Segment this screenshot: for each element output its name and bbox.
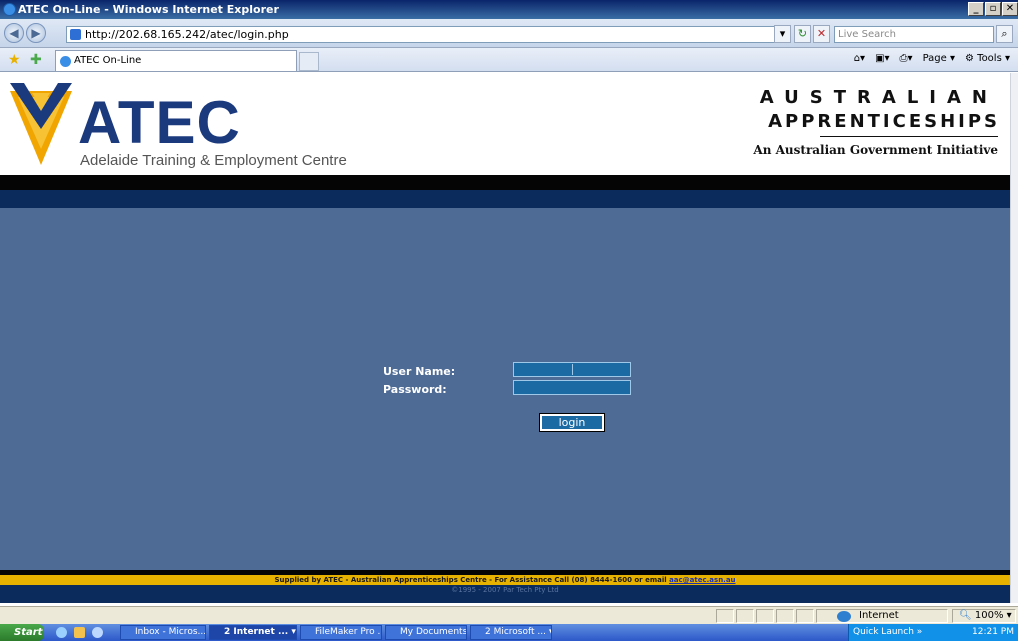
header-band: [0, 190, 1010, 208]
close-button[interactable]: ✕: [1002, 2, 1018, 16]
username-label: User Name:: [383, 365, 456, 378]
status-segment: [776, 609, 794, 623]
status-segment: [716, 609, 734, 623]
taskbar-item-label: 2 Internet ...: [224, 627, 289, 637]
site-header: ATEC Adelaide Training & Employment Cent…: [0, 73, 1010, 175]
window-title: ATEC On-Line - Windows Internet Explorer: [18, 3, 279, 16]
start-button[interactable]: Start: [0, 624, 44, 641]
forward-button[interactable]: ▶: [26, 23, 46, 43]
stop-button[interactable]: ✕: [813, 25, 830, 43]
page-menu[interactable]: Page ▾: [923, 53, 955, 64]
clock[interactable]: 12:21 PM: [972, 624, 1014, 641]
web-page: ATEC Adelaide Training & Employment Cent…: [0, 73, 1010, 603]
add-favorite-icon[interactable]: ✚: [30, 52, 42, 68]
quick-launch-label[interactable]: Quick Launch: [853, 627, 914, 637]
zone-label: Internet: [859, 610, 899, 621]
address-bar-row: ◀ ▶ http://202.68.165.242/atec/login.php…: [0, 19, 1018, 48]
print-icon[interactable]: ⎙▾: [900, 53, 913, 64]
status-bar: Internet 🔍︎ 100% ▾: [0, 606, 1018, 624]
status-segment: [796, 609, 814, 623]
footer-email-link[interactable]: aac@atec.asn.au: [669, 576, 735, 584]
username-input[interactable]: [513, 362, 631, 377]
login-button[interactable]: login: [539, 413, 605, 432]
footer-bar: Supplied by ATEC - Australian Apprentice…: [0, 575, 1010, 585]
footer-text: Supplied by ATEC - Australian Apprentice…: [274, 576, 670, 584]
tab-bar: ★ ✚ ATEC On-Line ⌂▾ ▣▾ ⎙▾ Page ▾ ⚙ Tools…: [0, 48, 1018, 72]
search-icon[interactable]: ⌕: [996, 25, 1013, 43]
copyright-text: ©1995 - 2007 Par Tech Pty Ltd: [0, 585, 1010, 603]
search-placeholder: Live Search: [838, 29, 896, 40]
quicklaunch-outlook-icon[interactable]: [74, 627, 85, 638]
aa-logo-rule: [820, 136, 998, 137]
zoom-level: 100%: [974, 610, 1004, 621]
feeds-icon[interactable]: ▣▾: [875, 53, 889, 64]
quicklaunch-ie-icon[interactable]: [56, 627, 67, 638]
quicklaunch-ie2-icon[interactable]: [92, 627, 103, 638]
new-tab-button[interactable]: [299, 52, 319, 71]
window-title-bar: ATEC On-Line - Windows Internet Explorer…: [0, 0, 1018, 19]
refresh-button[interactable]: ↻: [794, 25, 811, 43]
login-panel: User Name: Password: login: [0, 208, 1010, 570]
address-dropdown-button[interactable]: ▾: [774, 25, 791, 43]
taskbar-item-word[interactable]: 2 Microsoft ... ▾: [470, 625, 552, 640]
taskbar-item-internet[interactable]: 2 Internet ... ▾: [209, 625, 297, 640]
system-tray: Quick Launch » 12:21 PM: [848, 624, 1018, 641]
taskbar-item-documents[interactable]: My Documents: [385, 625, 467, 640]
globe-icon: [837, 611, 851, 622]
command-bar: ⌂▾ ▣▾ ⎙▾ Page ▾ ⚙ Tools ▾: [854, 53, 1010, 64]
taskbar-item-label: FileMaker Pro ...: [315, 627, 382, 637]
favorites-star-icon[interactable]: ★: [8, 52, 21, 68]
search-input[interactable]: Live Search: [834, 26, 994, 43]
header-divider: [0, 175, 1010, 190]
tab-ie-icon: [60, 56, 71, 67]
atec-logo-text: ATEC: [78, 89, 241, 156]
page-menu-label: Page: [922, 53, 947, 64]
tab-atec-online[interactable]: ATEC On-Line: [55, 50, 297, 71]
text-cursor: [572, 364, 573, 375]
aa-logo-line1: AUSTRALIAN: [759, 87, 998, 108]
taskbar-item-filemaker[interactable]: FileMaker Pro ...: [300, 625, 382, 640]
restore-button[interactable]: ▫: [985, 2, 1001, 16]
taskbar-item-label: My Documents: [400, 627, 467, 637]
minimize-button[interactable]: _: [968, 2, 984, 16]
back-button[interactable]: ◀: [4, 23, 24, 43]
taskbar-item-label: Inbox - Micros...: [135, 627, 206, 637]
status-segment: [736, 609, 754, 623]
aa-logo-tagline: An Australian Government Initiative: [753, 143, 998, 157]
security-zone[interactable]: Internet: [816, 609, 948, 623]
tab-label: ATEC On-Line: [74, 55, 142, 66]
start-label: Start: [14, 627, 43, 638]
password-input[interactable]: [513, 380, 631, 395]
expand-chevron-icon[interactable]: »: [917, 627, 923, 637]
page-icon: [70, 29, 81, 40]
atec-subtitle: Adelaide Training & Employment Centre: [80, 152, 347, 169]
taskbar-item-label: 2 Microsoft ...: [485, 627, 546, 637]
tools-menu-label: Tools: [977, 53, 1002, 64]
aa-logo-line2: APPRENTICESHIPS: [768, 111, 1000, 132]
password-label: Password:: [383, 383, 447, 396]
address-url: http://202.68.165.242/atec/login.php: [85, 28, 289, 41]
status-segment: [756, 609, 774, 623]
vertical-scrollbar[interactable]: [1010, 73, 1018, 603]
home-icon[interactable]: ⌂▾: [854, 53, 865, 64]
zoom-icon: 🔍︎: [959, 610, 972, 621]
tools-menu[interactable]: ⚙ Tools ▾: [965, 53, 1010, 64]
atec-logo-icon: [10, 83, 72, 165]
taskbar: Start Inbox - Micros... 2 Internet ... ▾…: [0, 624, 1018, 641]
zoom-control[interactable]: 🔍︎ 100% ▾: [952, 609, 1016, 623]
ie-icon: [3, 3, 16, 16]
taskbar-item-inbox[interactable]: Inbox - Micros...: [120, 625, 206, 640]
address-field[interactable]: http://202.68.165.242/atec/login.php: [66, 26, 790, 43]
